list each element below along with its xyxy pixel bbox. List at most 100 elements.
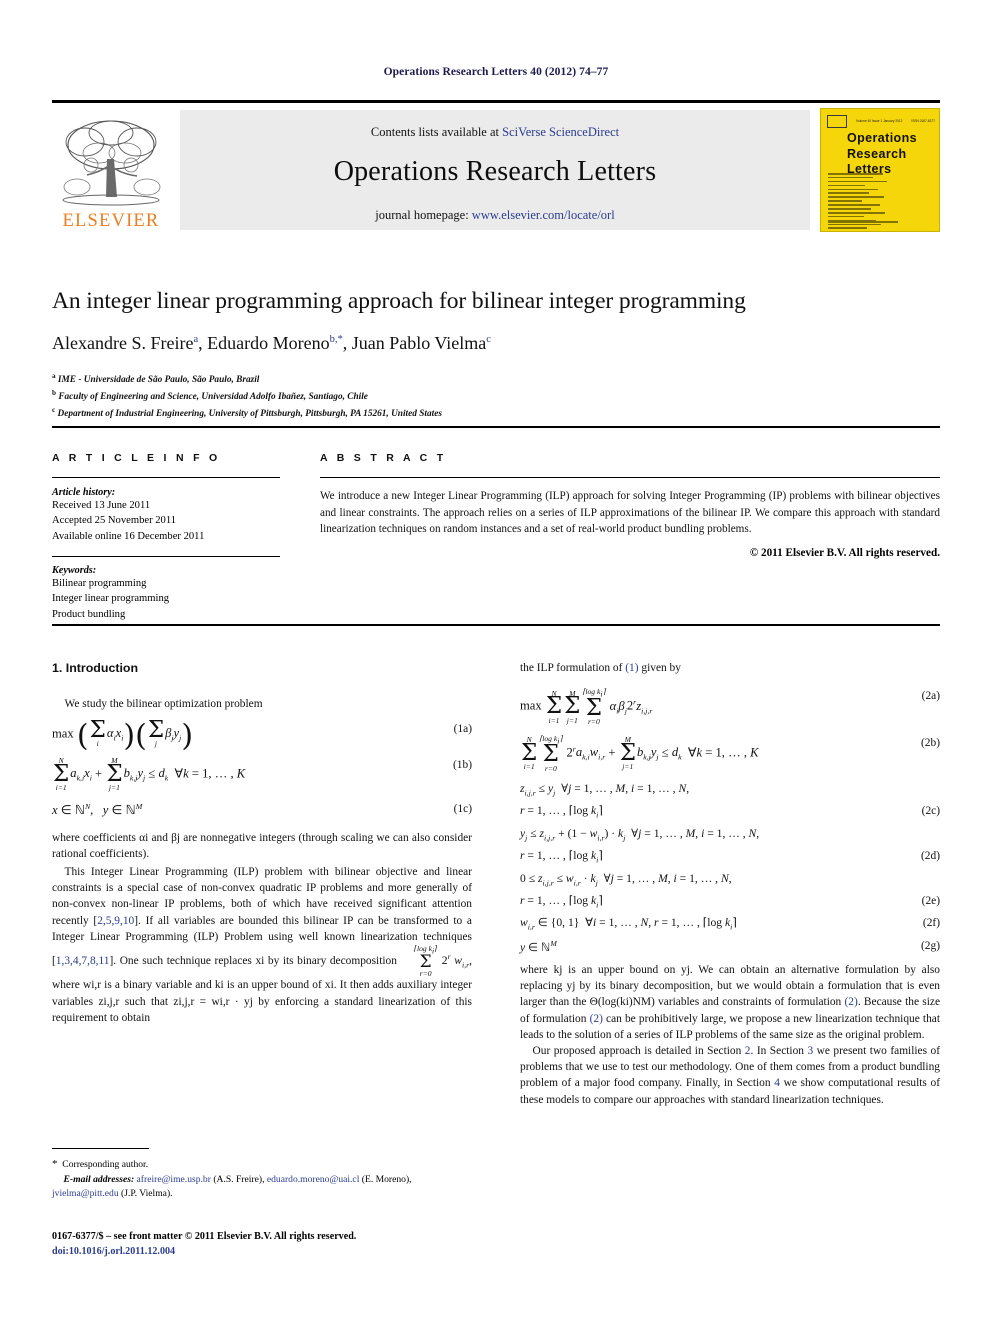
abstract-heading: A B S T R A C T xyxy=(320,452,447,464)
email-link-moreno[interactable]: eduardo.moreno@uai.cl xyxy=(267,1174,359,1185)
author-list: Alexandre S. Freirea, Eduardo Morenob,*,… xyxy=(52,332,491,353)
cover-title-line1: Operations xyxy=(847,131,917,145)
equation-ref-2b[interactable]: (2) xyxy=(590,1013,603,1025)
paragraph-coefficients-text: where coefficients αi and βj are nonnega… xyxy=(52,831,472,860)
affiliation-mark: a xyxy=(52,371,56,380)
article-history: Article history: Received 13 June 2011 A… xyxy=(52,487,292,544)
cover-title-line2: Research xyxy=(847,146,907,161)
equation-tag-2a: (2a) xyxy=(921,690,940,703)
asterisk-icon: * xyxy=(52,1158,58,1170)
article-history-label: Article history: xyxy=(52,487,116,498)
paragraph-lead-in: the ILP formulation of (1) given by xyxy=(520,660,940,676)
affiliation-text: IME - Universidade de São Paulo, São Pau… xyxy=(57,374,260,385)
footnote-block: * Corresponding author. E-mail addresses… xyxy=(52,1156,472,1201)
paragraph-bound: where kj is an upper bound on yj. We can… xyxy=(520,962,940,1043)
equation-tag-1b: (1b) xyxy=(453,758,472,771)
email-addresses-line: E-mail addresses: afreire@ime.usp.br (A.… xyxy=(52,1173,472,1202)
equation-tag-1a: (1a) xyxy=(453,722,472,735)
keywords-block: Keywords: Bilinear programming Integer l… xyxy=(52,565,292,622)
inline-binary-decomposition: ⌈log ki⌉ Σr=0 2r wi,r xyxy=(414,944,470,978)
citation-ref-1-3-4-7-8-11[interactable]: 1,3,4,7,8,11 xyxy=(56,955,110,967)
cover-topbar: Volume 40 Issue 1 January 2012 ISSN 0167… xyxy=(827,114,935,128)
corresponding-author-note: * Corresponding author. xyxy=(52,1156,472,1173)
equation-2e-line1: 0 ≤ zi,j,r ≤ wi,r · kj ∀j = 1, … , M, i … xyxy=(520,871,732,887)
affiliation-item: c Department of Industrial Engineering, … xyxy=(52,405,940,422)
cover-logo-box xyxy=(827,114,847,128)
equation-2b: N Σi=1 ⌈log ki⌉ Σr=0 2rak,iwi,r + M Σj=1 bk,j… xyxy=(521,733,940,773)
abstract-block: A B S T R A C T We introduce a new Integ… xyxy=(320,452,940,559)
title-block: An integer linear programming approach f… xyxy=(52,288,940,422)
affiliation-text: Faculty of Engineering and Science, Univ… xyxy=(58,391,368,402)
article-info-rule xyxy=(52,477,280,478)
equation-1a: max (Σi αixi)(Σj βjyj) (1a) xyxy=(52,716,472,754)
equation-2e: r = 1, … , ⌈log ki⌉ (2e) xyxy=(520,893,940,910)
equation-tag-2d: (2d) xyxy=(921,850,940,863)
journal-title: Operations Research Letters xyxy=(333,156,657,187)
history-online: Available online 16 December 2011 xyxy=(52,530,205,542)
affiliation-text: Department of Industrial Engineering, Un… xyxy=(57,409,442,420)
body-column-right: the ILP formulation of (1) given by max … xyxy=(520,660,940,1108)
doi-link[interactable]: doi:10.1016/j.orl.2011.12.004 xyxy=(52,1246,175,1257)
elsevier-wordmark: ELSEVIER xyxy=(62,210,160,231)
page-title: An integer linear programming approach f… xyxy=(52,288,746,314)
author-name: Eduardo Moreno xyxy=(207,332,330,353)
equation-ref-1[interactable]: (1) xyxy=(625,662,638,674)
author-name: Alexandre S. Freire xyxy=(52,332,194,353)
email-link-vielma[interactable]: jvielma@pitt.edu xyxy=(52,1188,119,1199)
elsevier-tree-icon xyxy=(62,119,161,205)
abstract-text: We introduce a new Integer Linear Progra… xyxy=(320,490,940,536)
equation-tag-1c: (1c) xyxy=(453,802,472,815)
article-page: Operations Research Letters 40 (2012) 74… xyxy=(0,0,992,1323)
paragraph-outline-part2: . In Section xyxy=(750,1044,808,1057)
journal-cover-thumbnail: Volume 40 Issue 1 January 2012 ISSN 0167… xyxy=(820,108,940,232)
keyword-item: Product bundling xyxy=(52,608,126,620)
contents-line: Contents lists available at SciVerse Sci… xyxy=(180,110,810,140)
email-label: E-mail addresses: xyxy=(63,1173,135,1185)
equation-2c: r = 1, … , ⌈log ki⌉ (2c) xyxy=(520,804,940,820)
corresponding-author-text: Corresponding author. xyxy=(62,1159,149,1170)
contents-prefix: Contents lists available at xyxy=(370,125,503,139)
masthead-top-rule xyxy=(52,100,940,103)
equation-tag-2b: (2b) xyxy=(921,736,940,749)
elsevier-logo: ELSEVIER xyxy=(52,108,170,230)
equation-2g: y ∈ ℕM (2g) xyxy=(520,938,940,954)
front-matter-line: 0167-6377/$ – see front matter © 2011 El… xyxy=(52,1231,357,1242)
equation-2d-line1: yj ≤ zi,j,r + (1 − wi,r) · kj ∀j = 1, … … xyxy=(520,826,760,843)
running-head: Operations Research Letters 40 (2012) 74… xyxy=(383,66,609,78)
affiliation-list: a IME - Universidade de São Paulo, São P… xyxy=(52,371,940,422)
keyword-item: Bilinear programming xyxy=(52,578,147,590)
equation-tag-2g: (2g) xyxy=(921,939,940,952)
journal-banner: Contents lists available at SciVerse Sci… xyxy=(180,110,810,230)
equation-2f: wi,r ∈ {0, 1} ∀i = 1, … , N, r = 1, … , … xyxy=(520,916,940,932)
paragraph-study: We study the bilinear optimization probl… xyxy=(64,697,263,710)
paragraph-coefficients: where coefficients αi and βj are nonnega… xyxy=(52,830,472,862)
citation-ref-2-5-9-10[interactable]: 2,5,9,10 xyxy=(97,915,134,927)
author-affil-mark: c xyxy=(486,333,491,345)
keywords-rule xyxy=(52,556,280,558)
paragraph-outline: Our proposed approach is detailed in Sec… xyxy=(520,1043,940,1108)
article-info-block: A R T I C L E I N F O Article history: R… xyxy=(52,452,292,622)
homepage-line: journal homepage: www.elsevier.com/locat… xyxy=(180,208,810,223)
equation-tag-2c: (2c) xyxy=(921,805,940,818)
homepage-prefix: journal homepage: xyxy=(375,208,472,222)
paragraph-ilp: This Integer Linear Programming (ILP) pr… xyxy=(52,864,472,1026)
equation-2d: r = 1, … , ⌈log ki⌉ (2d) xyxy=(520,849,940,865)
footnote-rule xyxy=(52,1148,149,1150)
article-info-heading: A R T I C L E I N F O xyxy=(52,452,221,464)
journal-homepage-link[interactable]: www.elsevier.com/locate/orl xyxy=(472,208,615,222)
cover-footer-lines xyxy=(828,221,898,225)
equation-1b: N Σi=1 ak,ixi + M Σj=1 bk,jyj ≤ dk ∀k = 1, …… xyxy=(53,755,472,793)
front-matter-block: 0167-6377/$ – see front matter © 2011 El… xyxy=(52,1229,512,1259)
email-owner-freire: (A.S. Freire), xyxy=(210,1173,267,1185)
cover-title: Operations Research Letters xyxy=(847,131,917,178)
author-name: Juan Pablo Vielma xyxy=(351,332,487,353)
author-affil-mark: b,* xyxy=(329,333,343,345)
equation-tag-2f: (2f) xyxy=(922,917,940,930)
affiliation-item: a IME - Universidade de São Paulo, São P… xyxy=(52,371,940,388)
email-link-freire[interactable]: afreire@ime.usp.br xyxy=(137,1174,211,1185)
section-heading-introduction: 1. Introduction xyxy=(52,661,139,675)
history-received: Received 13 June 2011 xyxy=(52,500,151,511)
equation-ref-2a[interactable]: (2) xyxy=(845,996,858,1008)
sciencedirect-link[interactable]: SciVerse ScienceDirect xyxy=(502,125,619,139)
email-owner-vielma: (J.P. Vielma). xyxy=(118,1187,173,1199)
